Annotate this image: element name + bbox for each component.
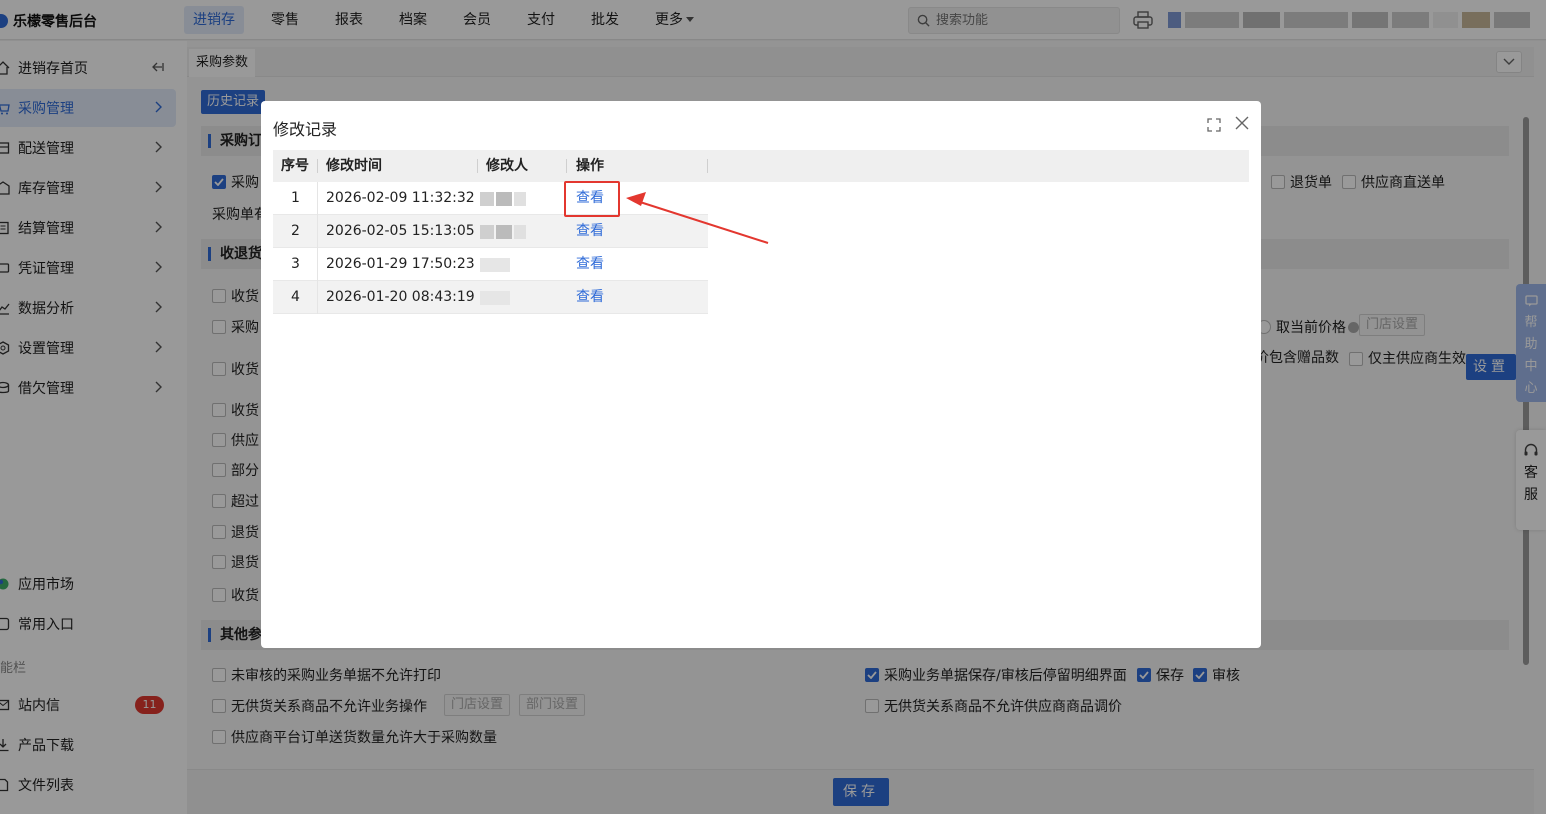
change-log-modal: 修改记录 序号 修改时间 修改人 操作 1 2026-02-09 11:32:3… [261,101,1261,648]
row-editor-blurred [480,192,526,206]
close-icon[interactable] [1235,116,1249,134]
row-editor-blurred [480,225,526,239]
table-row: 4 2026-01-20 08:43:19 查看 [273,281,708,314]
column-divider [566,159,567,173]
row-time: 2026-01-20 08:43:19 [326,289,475,305]
table-row: 1 2026-02-09 11:32:32 查看 [273,182,708,215]
table-header: 序号 修改时间 修改人 操作 [273,150,1249,182]
column-divider [707,159,708,173]
row-editor-blurred [480,258,510,272]
column-divider [477,159,478,173]
row-index: 3 [291,256,300,272]
view-link[interactable]: 查看 [576,281,604,314]
column-divider [317,159,318,173]
row-editor-blurred [480,291,510,305]
view-link[interactable]: 查看 [576,248,604,281]
column-header-editor: 修改人 [486,158,528,174]
row-index: 1 [291,190,300,206]
column-divider [317,182,318,314]
table-row: 2 2026-02-05 15:13:05 查看 [273,215,708,248]
column-header-index: 序号 [281,158,309,174]
modal-title: 修改记录 [273,120,338,139]
row-time: 2026-02-09 11:32:32 [326,190,475,206]
row-time: 2026-02-05 15:13:05 [326,223,475,239]
table-row: 3 2026-01-29 17:50:23 查看 [273,248,708,281]
row-time: 2026-01-29 17:50:23 [326,256,475,272]
expand-icon[interactable] [1207,118,1221,136]
column-header-time: 修改时间 [326,158,382,174]
row-index: 4 [291,289,300,305]
view-link[interactable]: 查看 [576,215,604,248]
row-index: 2 [291,223,300,239]
highlight-box [564,181,620,217]
column-header-action: 操作 [576,158,604,174]
